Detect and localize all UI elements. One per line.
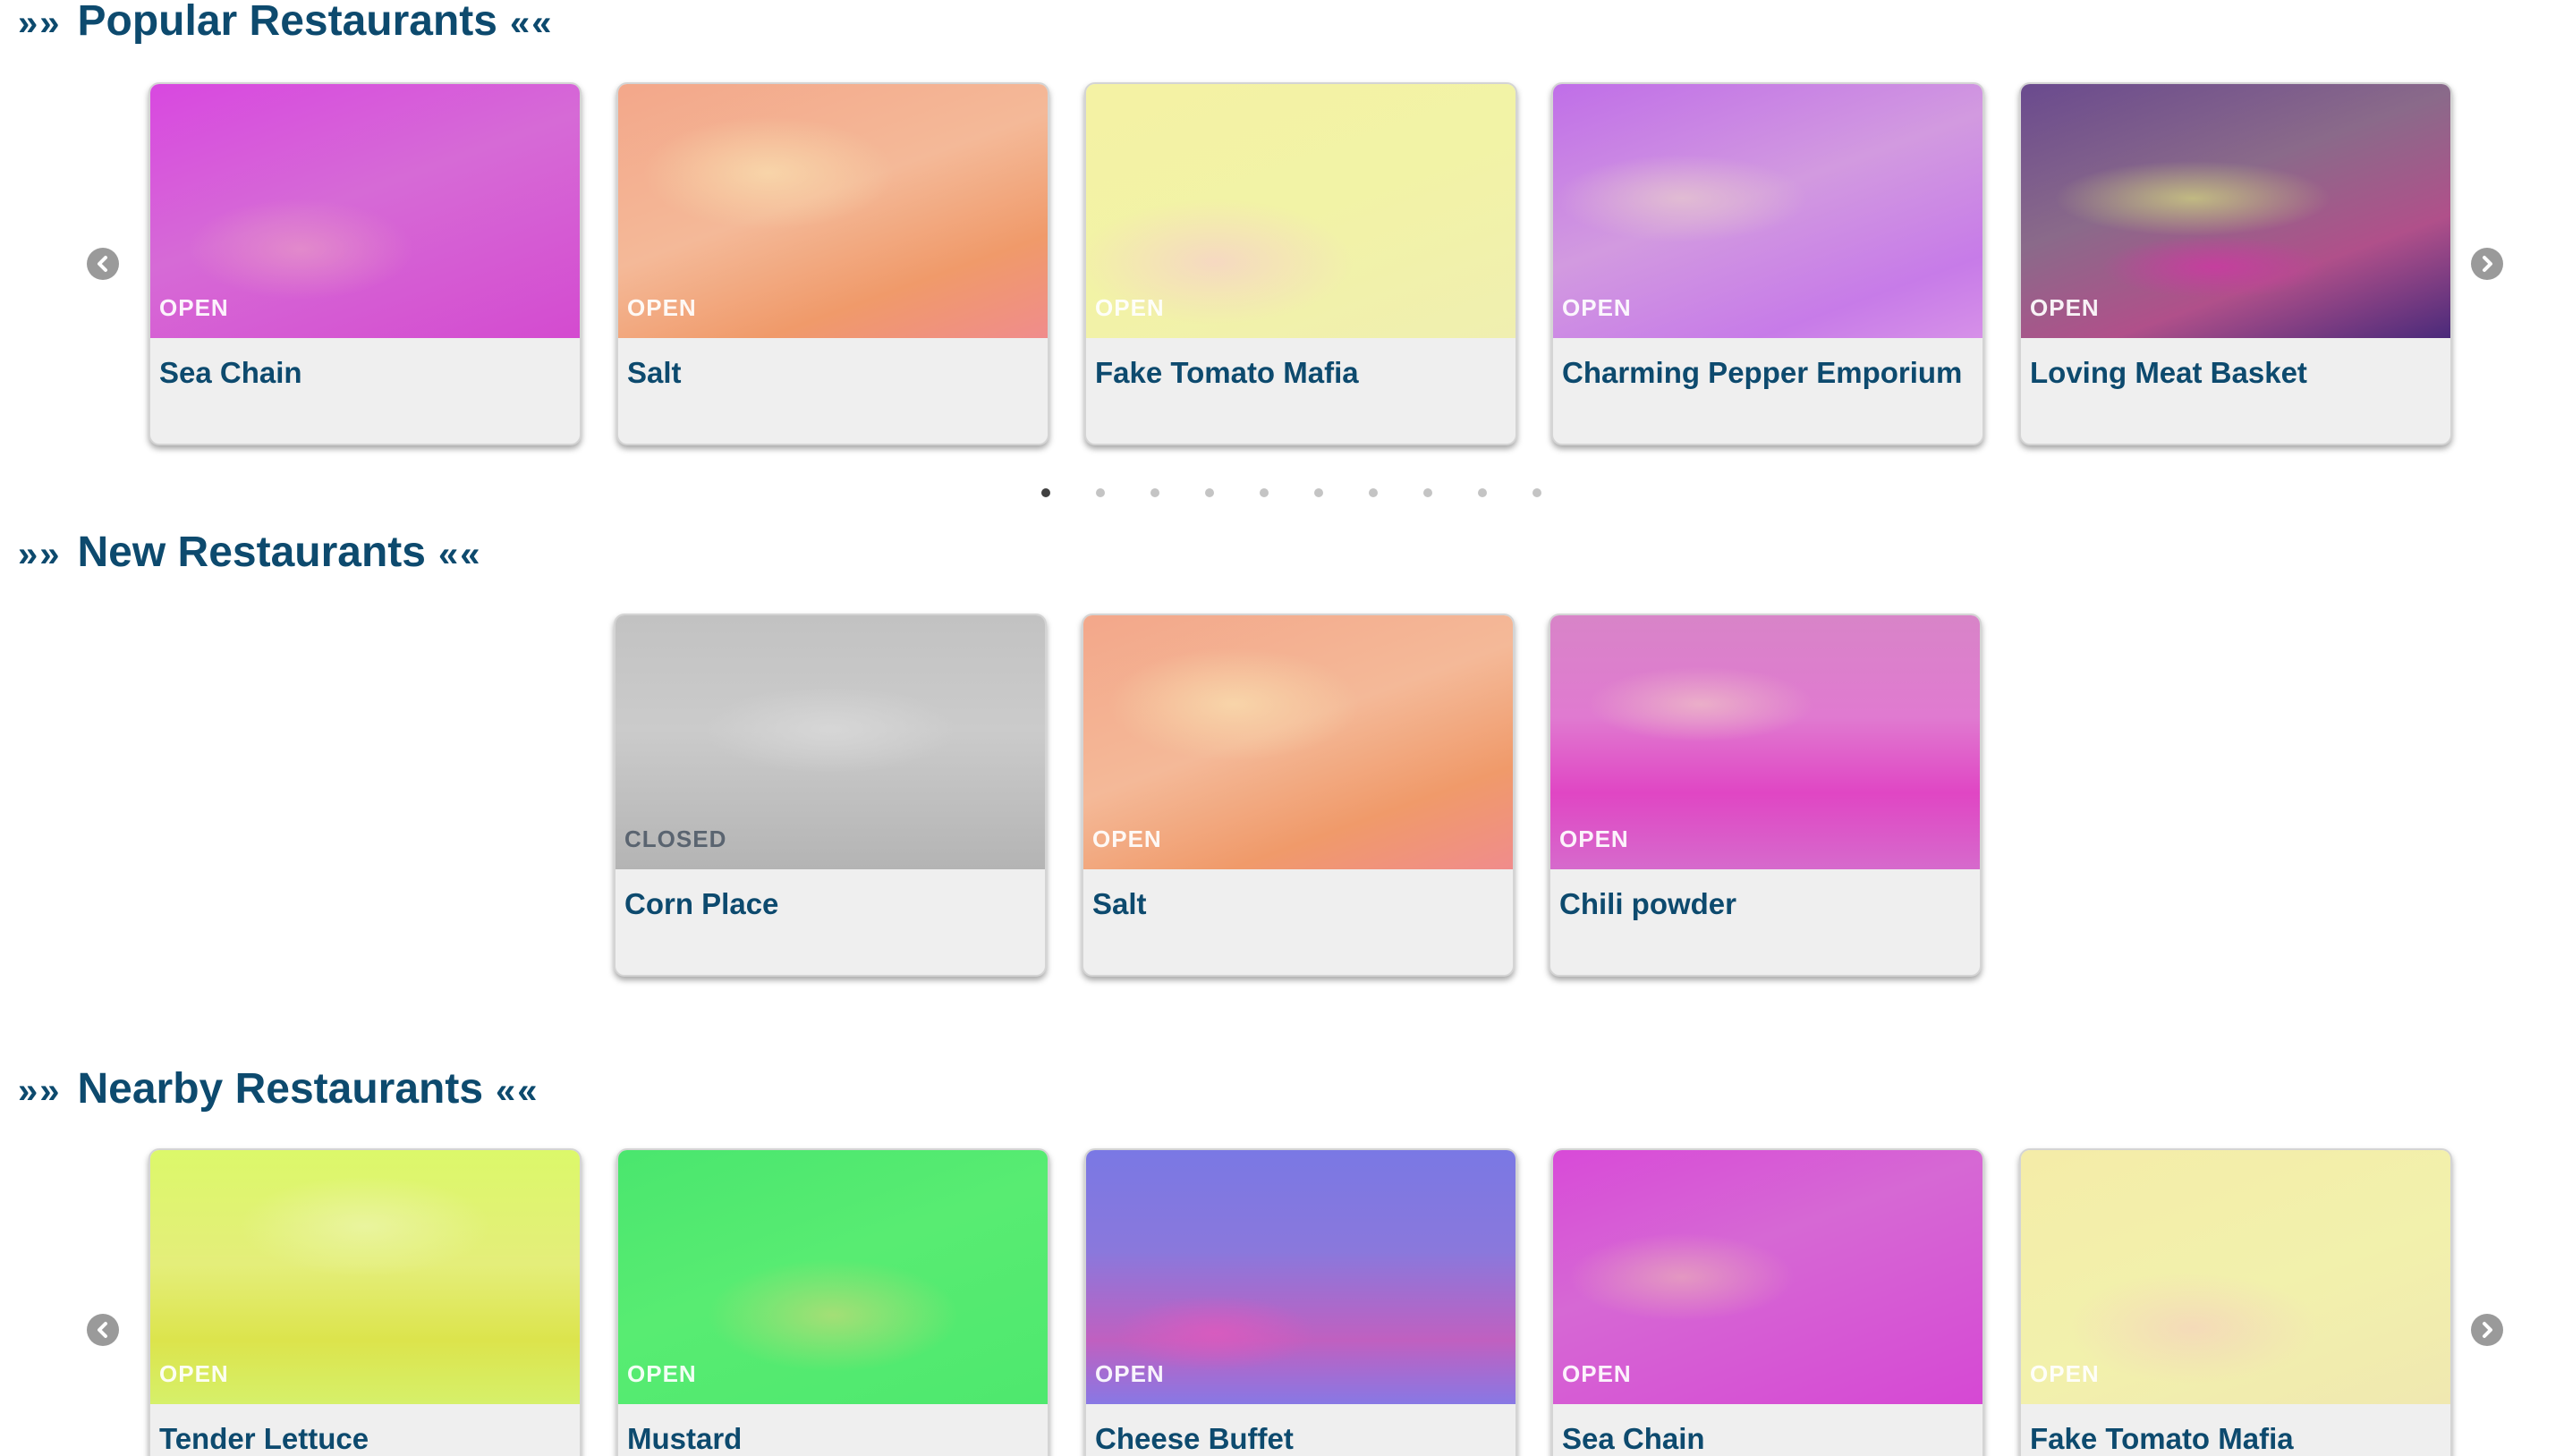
restaurant-card[interactable]: OPEN Salt <box>616 82 1049 445</box>
pagination-dot[interactable] <box>1150 488 1159 497</box>
restaurant-name: Corn Place <box>624 887 779 920</box>
restaurant-thumbnail: OPEN <box>1086 1150 1515 1404</box>
chevron-right-icon <box>2483 1322 2492 1338</box>
restaurant-name: Tender Lettuce <box>159 1422 369 1455</box>
carousel-pagination <box>1041 488 1541 499</box>
restaurant-name: Sea Chain <box>159 356 302 389</box>
chevron-right-icon <box>2483 256 2492 272</box>
status-badge: OPEN <box>627 294 697 321</box>
new-restaurants-section: »» New Restaurants «« CLOSED Corn Place OP… <box>0 528 2564 1055</box>
chevron-decoration: «« <box>496 1071 539 1111</box>
chevron-left-icon <box>98 256 107 272</box>
restaurant-name: Sea Chain <box>1562 1422 1705 1455</box>
pagination-dot[interactable] <box>1423 488 1432 497</box>
restaurant-thumbnail: OPEN <box>2021 1150 2450 1404</box>
restaurant-thumbnail: OPEN <box>1553 1150 1982 1404</box>
pagination-dot[interactable] <box>1314 488 1323 497</box>
restaurant-card[interactable]: OPEN Chili powder <box>1549 614 1982 977</box>
status-badge: OPEN <box>159 1360 229 1387</box>
status-badge: OPEN <box>627 1360 697 1387</box>
carousel-next-button[interactable] <box>2471 1314 2503 1346</box>
restaurant-card[interactable]: OPEN Fake Tomato Mafia <box>1084 82 1517 445</box>
section-title-text: Nearby Restaurants <box>77 1065 484 1113</box>
restaurant-name: Loving Meat Basket <box>2030 356 2307 389</box>
restaurant-name: Salt <box>627 356 682 389</box>
restaurant-name: Salt <box>1092 887 1147 920</box>
restaurant-card[interactable]: OPEN Charming Pepper Emporium <box>1551 82 1984 445</box>
pagination-dot[interactable] <box>1041 488 1050 497</box>
restaurant-card[interactable]: OPEN Fake Tomato Mafia <box>2019 1148 2452 1456</box>
carousel-prev-button[interactable] <box>87 248 119 280</box>
restaurant-card[interactable]: OPEN Sea Chain <box>149 82 582 445</box>
status-badge: CLOSED <box>624 825 727 852</box>
status-badge: OPEN <box>2030 1360 2100 1387</box>
restaurant-name: Charming Pepper Emporium <box>1562 356 1963 389</box>
pagination-dot[interactable] <box>1532 488 1541 497</box>
chevron-decoration: »» <box>18 1071 62 1111</box>
pagination-dot[interactable] <box>1205 488 1214 497</box>
nearby-section-title: »» Nearby Restaurants «« <box>18 1064 539 1116</box>
restaurant-thumbnail: OPEN <box>618 1150 1048 1404</box>
restaurant-card[interactable]: OPEN Salt <box>1082 614 1515 977</box>
status-badge: OPEN <box>1559 825 1629 852</box>
pagination-dot[interactable] <box>1260 488 1269 497</box>
restaurant-name: Chili powder <box>1559 887 1736 920</box>
popular-restaurants-section: »» Popular Restaurants «« OPEN Sea Chain O… <box>0 0 2564 528</box>
carousel-next-button[interactable] <box>2471 248 2503 280</box>
restaurant-card[interactable]: OPEN Loving Meat Basket <box>2019 82 2452 445</box>
restaurant-thumbnail: OPEN <box>1553 84 1982 338</box>
restaurant-card[interactable]: OPEN Mustard <box>616 1148 1049 1456</box>
status-badge: OPEN <box>159 294 229 321</box>
pagination-dot[interactable] <box>1096 488 1105 497</box>
chevron-left-icon <box>98 1322 107 1338</box>
restaurant-card[interactable]: OPEN Cheese Buffet <box>1084 1148 1517 1456</box>
status-badge: OPEN <box>2030 294 2100 321</box>
restaurant-name: Fake Tomato Mafia <box>2030 1422 2294 1455</box>
restaurant-name: Fake Tomato Mafia <box>1095 356 1359 389</box>
carousel-prev-button[interactable] <box>87 1314 119 1346</box>
chevron-decoration: »» <box>18 535 62 574</box>
restaurant-page: »» Popular Restaurants «« OPEN Sea Chain O… <box>0 0 2564 1456</box>
restaurant-thumbnail: OPEN <box>1083 615 1513 869</box>
chevron-decoration: «« <box>437 535 482 574</box>
popular-section-title: »» Popular Restaurants «« <box>18 0 553 48</box>
status-badge: OPEN <box>1095 294 1165 321</box>
restaurant-thumbnail: OPEN <box>1550 615 1980 869</box>
status-badge: OPEN <box>1562 294 1632 321</box>
restaurant-card[interactable]: CLOSED Corn Place <box>614 614 1047 977</box>
section-title-text: Popular Restaurants <box>77 0 497 45</box>
restaurant-name: Mustard <box>627 1422 743 1455</box>
restaurant-name: Cheese Buffet <box>1095 1422 1294 1455</box>
restaurant-thumbnail: OPEN <box>150 84 580 338</box>
status-badge: OPEN <box>1095 1360 1165 1387</box>
pagination-dot[interactable] <box>1478 488 1487 497</box>
nearby-restaurants-section: »» Nearby Restaurants «« OPEN Tender Lettu… <box>0 1055 2564 1456</box>
restaurant-thumbnail: OPEN <box>150 1150 580 1404</box>
restaurant-thumbnail: OPEN <box>1086 84 1515 338</box>
status-badge: OPEN <box>1092 825 1162 852</box>
chevron-decoration: »» <box>18 4 62 43</box>
section-title-text: New Restaurants <box>77 529 426 576</box>
restaurant-card[interactable]: OPEN Tender Lettuce <box>149 1148 582 1456</box>
chevron-decoration: «« <box>509 4 554 43</box>
new-section-title: »» New Restaurants «« <box>18 528 481 580</box>
restaurant-thumbnail: OPEN <box>618 84 1048 338</box>
pagination-dot[interactable] <box>1369 488 1378 497</box>
status-badge: OPEN <box>1562 1360 1632 1387</box>
restaurant-thumbnail: OPEN <box>2021 84 2450 338</box>
restaurant-card[interactable]: OPEN Sea Chain <box>1551 1148 1984 1456</box>
restaurant-thumbnail: CLOSED <box>616 615 1045 869</box>
